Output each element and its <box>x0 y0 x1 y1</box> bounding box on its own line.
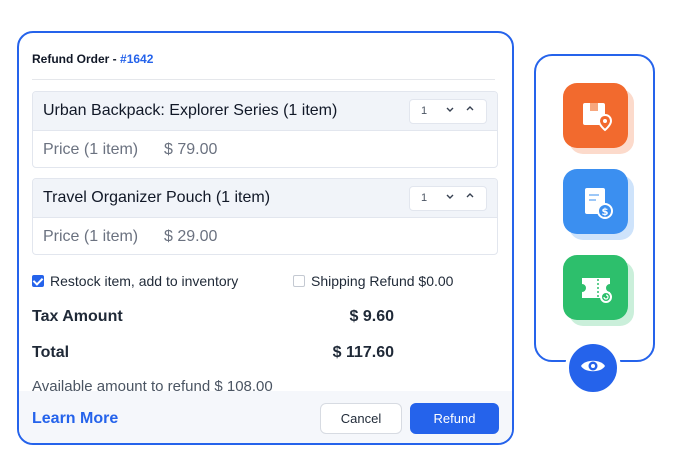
item-price-row: Price (1 item) $ 79.00 <box>33 131 497 167</box>
item-name: Urban Backpack: Explorer Series (1 item) <box>43 102 338 119</box>
title-divider <box>32 79 495 80</box>
card-title: Refund Order - #1642 <box>32 52 153 66</box>
item-name: Travel Organizer Pouch (1 item) <box>43 189 271 206</box>
invoice-app[interactable]: $ <box>563 169 634 240</box>
shipping-refund-checkbox-row[interactable]: Shipping Refund $0.00 <box>293 273 453 289</box>
chevron-down-icon[interactable] <box>445 191 455 204</box>
price-value: $ 79.00 <box>164 141 218 158</box>
preview-eye-button[interactable] <box>565 340 621 396</box>
ticket-refund-icon <box>563 255 628 320</box>
ticket-app[interactable] <box>563 255 634 326</box>
eye-icon <box>580 357 606 380</box>
svg-text:$: $ <box>601 207 608 218</box>
app-sidebar: $ <box>534 54 655 362</box>
quantity-stepper[interactable]: 1 <box>409 99 487 124</box>
item-price-row: Price (1 item) $ 29.00 <box>33 218 497 254</box>
restock-label: Restock item, add to inventory <box>50 273 239 289</box>
chevron-up-icon[interactable] <box>465 191 475 204</box>
item-header: Urban Backpack: Explorer Series (1 item)… <box>33 92 497 131</box>
quantity-value: 1 <box>421 105 428 117</box>
shipping-refund-checkbox[interactable] <box>293 275 305 287</box>
refund-item: Urban Backpack: Explorer Series (1 item)… <box>32 91 498 168</box>
shipping-refund-label: Shipping Refund $0.00 <box>311 273 454 289</box>
item-header: Travel Organizer Pouch (1 item) 1 <box>33 179 497 218</box>
refund-order-card: Refund Order - #1642 Urban Backpack: Exp… <box>17 31 514 445</box>
refund-item: Travel Organizer Pouch (1 item) 1 Price … <box>32 178 498 255</box>
package-location-app[interactable] <box>563 83 634 154</box>
quantity-stepper[interactable]: 1 <box>409 186 487 211</box>
invoice-dollar-icon: $ <box>563 169 628 234</box>
chevron-up-icon[interactable] <box>465 104 475 117</box>
refund-button[interactable]: Refund <box>410 403 499 434</box>
tax-amount-value: $ 9.60 <box>349 308 394 325</box>
package-location-icon <box>563 83 628 148</box>
price-label: Price (1 item) <box>43 141 139 158</box>
chevron-down-icon[interactable] <box>445 104 455 117</box>
total-label: Total <box>32 344 70 361</box>
order-id-link[interactable]: #1642 <box>120 52 153 66</box>
tax-amount-label: Tax Amount <box>32 308 123 325</box>
card-footer: Learn More Cancel Refund <box>19 391 512 443</box>
price-label: Price (1 item) <box>43 228 139 245</box>
card-title-prefix: Refund Order - <box>32 52 121 66</box>
price-value: $ 29.00 <box>164 228 218 245</box>
quantity-value: 1 <box>421 192 428 204</box>
cancel-button[interactable]: Cancel <box>320 403 402 434</box>
total-value: $ 117.60 <box>332 344 394 361</box>
restock-checkbox[interactable] <box>32 275 44 287</box>
restock-checkbox-row[interactable]: Restock item, add to inventory <box>32 273 238 289</box>
learn-more-link[interactable]: Learn More <box>32 410 118 428</box>
